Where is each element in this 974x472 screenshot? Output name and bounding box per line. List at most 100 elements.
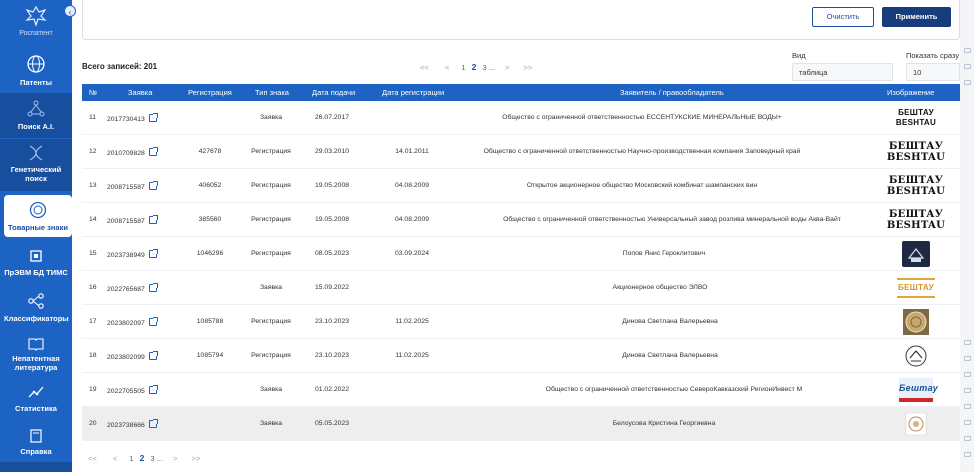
owner-name: Белоусова Кристина Георгиевна — [612, 420, 716, 427]
pages-ellipsis: ... — [156, 454, 163, 463]
trademark-image[interactable]: БЕШТАУ BESHTAU — [886, 104, 946, 132]
hierarchy-icon — [28, 293, 44, 309]
external-link-icon[interactable] — [148, 249, 158, 258]
sidebar-item-help[interactable]: Справка — [0, 425, 72, 461]
next-page-button[interactable]: > — [505, 63, 509, 72]
trademark-image[interactable]: БЕШТАУ BESHTAU — [886, 206, 946, 234]
external-link-icon[interactable] — [148, 113, 158, 122]
view-select[interactable]: таблица — [792, 63, 893, 81]
table-row[interactable]: 12 2010709828 427678 Регистрация 29.03.2… — [82, 135, 960, 169]
sidebar-item-classifiers[interactable]: Классификаторы — [0, 288, 72, 328]
application-number[interactable]: 2008715587 — [107, 181, 158, 191]
sidebar-item-software-db[interactable]: ПрЭВМ БД ТИМС — [0, 243, 72, 283]
col-num[interactable]: № — [89, 88, 97, 97]
col-owner[interactable]: Заявитель / правообладатель — [620, 88, 724, 97]
page-1-button[interactable]: 1 — [129, 454, 133, 463]
pagination-bottom: << < 1 2 3 ... > >> — [88, 453, 206, 463]
sidebar-item-ai-search[interactable]: Поиск A.I. — [0, 93, 72, 138]
prev-page-button[interactable]: < — [445, 63, 449, 72]
row-number: 13 — [89, 182, 97, 189]
table-row[interactable]: 17 2023802097 1085788 Регистрация 23.10.… — [82, 305, 960, 339]
view-label: Вид — [792, 51, 806, 60]
external-link-icon[interactable] — [148, 147, 158, 156]
row-number: 15 — [89, 250, 97, 257]
last-page-button[interactable]: >> — [192, 454, 201, 463]
external-link-icon[interactable] — [148, 181, 158, 190]
col-registration-date[interactable]: Дата регистрации — [382, 88, 444, 97]
trademark-image[interactable]: БЕШТАУ BESHTAU — [886, 172, 946, 200]
trademark-image[interactable] — [886, 240, 946, 268]
external-link-icon[interactable] — [148, 283, 158, 292]
col-registration[interactable]: Регистрация — [188, 88, 232, 97]
table-row[interactable]: 19 2022705505 Заявка 01.02.2022 Общество… — [82, 373, 960, 407]
application-number[interactable]: 2017730413 — [107, 113, 158, 123]
mark-type: Заявка — [259, 420, 283, 427]
col-filing-date[interactable]: Дата подачи — [312, 88, 355, 97]
first-page-button[interactable]: << — [420, 63, 429, 72]
mark-type: Заявка — [259, 284, 283, 291]
filing-date: 08.05.2023 — [314, 250, 350, 257]
application-number[interactable]: 2023738666 — [107, 419, 158, 429]
col-mark-type[interactable]: Тип знака — [255, 88, 289, 97]
application-number[interactable]: 2022765687 — [107, 283, 158, 293]
trademark-image[interactable] — [886, 308, 946, 336]
table-row[interactable]: 16 2022765687 Заявка 15.09.2022 Акционер… — [82, 271, 960, 305]
row-number: 16 — [89, 284, 97, 291]
registration-date: 04.08.2009 — [394, 216, 430, 223]
sidebar-item-trademarks[interactable]: Товарные знаки — [4, 195, 72, 237]
page-3-button[interactable]: 3 — [150, 454, 154, 463]
filing-date: 23.10.2023 — [314, 318, 350, 325]
external-link-icon[interactable] — [148, 351, 158, 360]
gold-seal-logo — [903, 309, 929, 335]
table-row[interactable]: 11 2017730413 Заявка 26.07.2017 Общество… — [82, 101, 960, 135]
collapse-sidebar-button[interactable]: ‹ — [64, 5, 76, 17]
first-page-button[interactable]: << — [88, 454, 97, 463]
external-link-icon[interactable] — [148, 419, 158, 428]
table-row[interactable]: 15 2023738949 1046296 Регистрация 08.05.… — [82, 237, 960, 271]
registration-date: 14.01.2011 — [395, 148, 429, 155]
registration-number: 1085794 — [196, 352, 224, 359]
row-number: 17 — [89, 318, 97, 325]
clear-button[interactable]: Очистить — [812, 7, 874, 27]
table-row[interactable]: 14 2008715587 385560 Регистрация 19.05.2… — [82, 203, 960, 237]
filing-date: 19.05.2008 — [314, 216, 350, 223]
next-page-button[interactable]: > — [173, 454, 177, 463]
rospatent-logo[interactable]: Роспатент — [0, 0, 72, 44]
row-number: 11 — [89, 114, 97, 121]
application-number[interactable]: 2008715587 — [107, 215, 158, 225]
table-row[interactable]: 20 2023738666 Заявка 05.05.2023 Белоусов… — [82, 407, 960, 441]
page-size-select[interactable]: 10 — [906, 63, 960, 81]
mark-type: Регистрация — [251, 216, 291, 223]
external-link-icon[interactable] — [148, 215, 158, 224]
filing-date: 05.05.2023 — [314, 420, 350, 427]
trademark-image[interactable] — [886, 410, 946, 438]
application-number[interactable]: 2023802099 — [107, 351, 158, 361]
total-records: Всего записей: 201 — [82, 62, 158, 71]
external-link-icon[interactable] — [148, 317, 158, 326]
sidebar-item-patents[interactable]: Патенты — [0, 48, 72, 92]
application-number[interactable]: 2023738949 — [107, 249, 158, 259]
application-number[interactable]: 2010709828 — [107, 147, 158, 157]
apply-button[interactable]: Применить — [882, 7, 951, 27]
last-page-button[interactable]: >> — [524, 63, 533, 72]
table-row[interactable]: 13 2008715587 406052 Регистрация 19.05.2… — [82, 169, 960, 203]
page-1-button[interactable]: 1 — [461, 63, 465, 72]
prev-page-button[interactable]: < — [113, 454, 117, 463]
external-link-icon[interactable] — [148, 385, 158, 394]
sidebar: Роспатент ‹ Патенты Поиск A.I. Генетичес… — [0, 0, 76, 472]
sidebar-item-non-patent-literature[interactable]: Непатентная литература — [0, 334, 72, 376]
application-number[interactable]: 2023802097 — [107, 317, 158, 327]
sidebar-item-genetic-search[interactable]: Генетический поиск — [0, 139, 72, 191]
col-application[interactable]: Заявка — [128, 88, 152, 97]
page-3-button[interactable]: 3 — [482, 63, 486, 72]
trademark-image[interactable]: БЕШТАУ — [886, 274, 946, 302]
table-row[interactable]: 18 2023802099 1085794 Регистрация 23.10.… — [82, 339, 960, 373]
trademark-image[interactable]: Бештау — [886, 376, 946, 404]
owner-name: Акционерное общество ЭЛВО — [612, 284, 708, 291]
trademark-image[interactable]: БЕШТАУ BESHTAU — [886, 138, 946, 166]
sidebar-item-statistics[interactable]: Статистика — [0, 380, 72, 418]
registration-number: 1046296 — [196, 250, 224, 257]
trademark-image[interactable] — [886, 342, 946, 370]
application-number[interactable]: 2022705505 — [107, 385, 158, 395]
page-size-label: Показать сразу — [906, 51, 960, 60]
